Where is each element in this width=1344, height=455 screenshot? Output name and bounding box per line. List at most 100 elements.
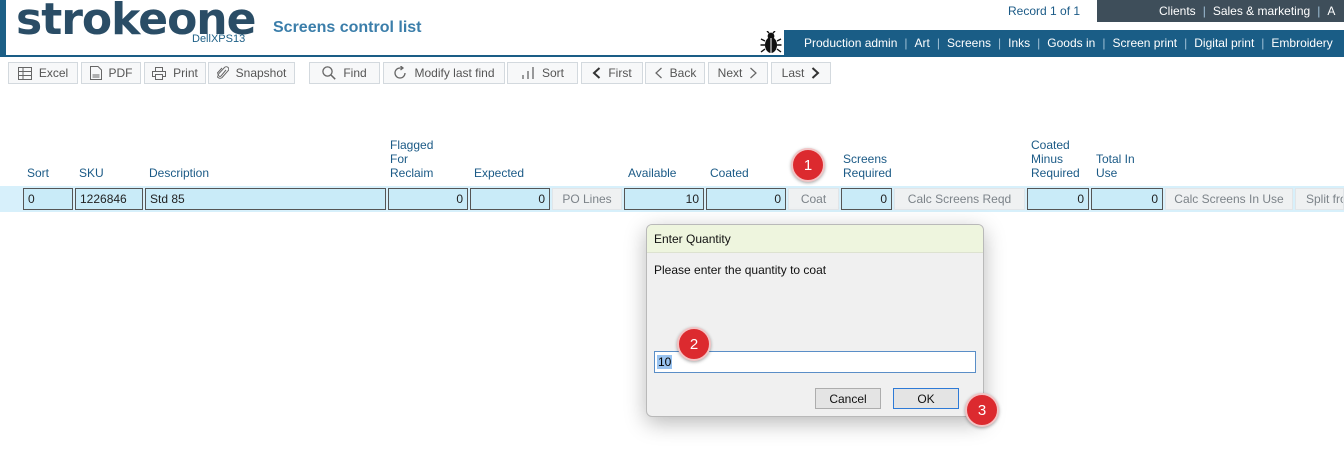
page-title: Screens control list (273, 19, 422, 36)
chevron-left-bold-icon (592, 67, 601, 79)
column-header-total-in-use[interactable]: Total In Use (1096, 152, 1135, 180)
dialog-message: Please enter the quantity to coat (654, 263, 827, 277)
snapshot-label: Snapshot (235, 66, 287, 80)
column-header-line: Total In (1096, 152, 1135, 166)
split-button[interactable]: Split fro (1295, 188, 1344, 210)
column-header-line: Required (843, 166, 892, 180)
logo-subtitle: DellXPS13 (192, 33, 246, 45)
last-label: Last (781, 66, 805, 80)
column-header-flagged-for-reclaim[interactable]: Flagged For Reclaim (390, 138, 433, 180)
find-label: Find (343, 66, 367, 80)
print-label: Print (173, 66, 198, 80)
column-header-coated-minus-required[interactable]: Coated Minus Required (1031, 138, 1080, 180)
column-header-sort[interactable]: Sort (27, 166, 49, 180)
nav-item-digital-print[interactable]: Digital print (1194, 36, 1254, 50)
next-button[interactable]: Next (708, 62, 768, 84)
chevron-left-icon (654, 67, 662, 79)
column-header-screens-required[interactable]: Screens Required (843, 152, 892, 180)
last-button[interactable]: Last (771, 62, 831, 84)
modify-last-find-button[interactable]: Modify last find (383, 62, 505, 84)
column-header-available[interactable]: Available (628, 166, 676, 180)
available-field[interactable]: 10 (624, 188, 704, 210)
screens-required-field[interactable]: 0 (841, 188, 892, 210)
nav-separator: | (1037, 36, 1041, 50)
nav-item-inks[interactable]: Inks (1008, 36, 1030, 50)
calc-screens-in-use-button[interactable]: Calc Screens In Use (1165, 188, 1293, 210)
step-marker-1: 1 (791, 148, 825, 182)
step-marker-2: 2 (677, 327, 711, 361)
nav-top: Clients | Sales & marketing | A (1097, 0, 1344, 22)
find-button[interactable]: Find (309, 62, 380, 84)
pdf-label: PDF (108, 66, 133, 80)
nav-item-embroidery[interactable]: Embroidery (1271, 36, 1332, 50)
column-header-description[interactable]: Description (149, 166, 209, 180)
nav-separator: | (1317, 4, 1321, 18)
nav-bottom: Production admin | Art | Screens | Inks … (784, 30, 1344, 56)
strokeone-logo: strokeone DellXPS13 (16, 0, 256, 52)
nav-separator: | (904, 36, 908, 50)
record-count: Record 1 of 1 (1008, 4, 1081, 18)
coated-minus-required-field[interactable]: 0 (1027, 188, 1089, 210)
nav-item-production-admin[interactable]: Production admin (804, 36, 897, 50)
chevron-right-bold-icon (812, 67, 820, 79)
back-label: Back (669, 66, 697, 80)
back-button[interactable]: Back (645, 62, 705, 84)
nav-separator: | (1261, 36, 1265, 50)
nav-item-sales-marketing[interactable]: Sales & marketing (1213, 4, 1310, 18)
excel-button[interactable]: Excel (8, 62, 78, 84)
nav-item-screen-print[interactable]: Screen print (1112, 36, 1177, 50)
sort-bars-icon (522, 67, 534, 79)
next-label: Next (717, 66, 743, 80)
column-header-line: Reclaim (390, 166, 434, 180)
calc-screens-reqd-button[interactable]: Calc Screens Reqd (894, 188, 1025, 210)
nav-item-truncated[interactable]: A (1327, 4, 1335, 18)
expected-field[interactable]: 0 (470, 188, 550, 210)
description-field[interactable]: Std 85 (145, 188, 386, 210)
column-header-line: Minus (1031, 152, 1064, 166)
nav-item-goods-in[interactable]: Goods in (1047, 36, 1095, 50)
bug-icon[interactable] (760, 31, 782, 55)
cancel-button[interactable]: Cancel (815, 388, 881, 409)
dialog-title: Enter Quantity (654, 231, 731, 246)
paperclip-icon (216, 66, 229, 79)
ok-button[interactable]: OK (893, 388, 959, 409)
step-marker-3: 3 (965, 393, 999, 427)
dialog-titlebar[interactable]: Enter Quantity (647, 225, 983, 253)
first-button[interactable]: First (581, 62, 643, 84)
snapshot-button[interactable]: Snapshot (208, 62, 295, 84)
header-accent-bar (0, 0, 6, 56)
column-header-line: Flagged (390, 138, 434, 152)
nav-separator: | (998, 36, 1002, 50)
column-header-line: For (390, 152, 408, 166)
nav-item-art[interactable]: Art (915, 36, 930, 50)
first-label: First (608, 66, 632, 80)
excel-label: Excel (38, 66, 69, 80)
column-header-line: Coated (1031, 138, 1070, 152)
nav-separator: | (1202, 4, 1206, 18)
refresh-icon (394, 66, 407, 79)
enter-quantity-dialog: Enter Quantity Please enter the quantity… (646, 224, 984, 417)
nav-item-clients[interactable]: Clients (1159, 4, 1196, 18)
search-icon (322, 66, 337, 80)
coated-field[interactable]: 0 (706, 188, 786, 210)
column-header-coated[interactable]: Coated (710, 166, 749, 180)
column-header-expected[interactable]: Expected (474, 166, 524, 180)
total-in-use-field[interactable]: 0 (1091, 188, 1163, 210)
column-header-sku[interactable]: SKU (79, 166, 104, 180)
print-button[interactable]: Print (144, 62, 206, 84)
sort-button[interactable]: Sort (507, 62, 578, 84)
header-divider (0, 55, 1344, 57)
sku-field[interactable]: 1226846 (75, 188, 143, 210)
pdf-button[interactable]: PDF (81, 62, 141, 84)
nav-item-screens[interactable]: Screens (947, 36, 991, 50)
column-header-line: Screens (843, 152, 888, 166)
nav-separator: | (936, 36, 940, 50)
po-lines-button[interactable]: PO Lines (552, 188, 622, 210)
sort-field[interactable]: 0 (23, 188, 73, 210)
nav-separator: | (1102, 36, 1106, 50)
pdf-document-icon (89, 66, 102, 80)
flagged-for-reclaim-field[interactable]: 0 (388, 188, 468, 210)
coat-button[interactable]: Coat (788, 188, 839, 210)
modify-last-find-label: Modify last find (414, 66, 495, 80)
column-header-line: Required (1031, 166, 1080, 180)
